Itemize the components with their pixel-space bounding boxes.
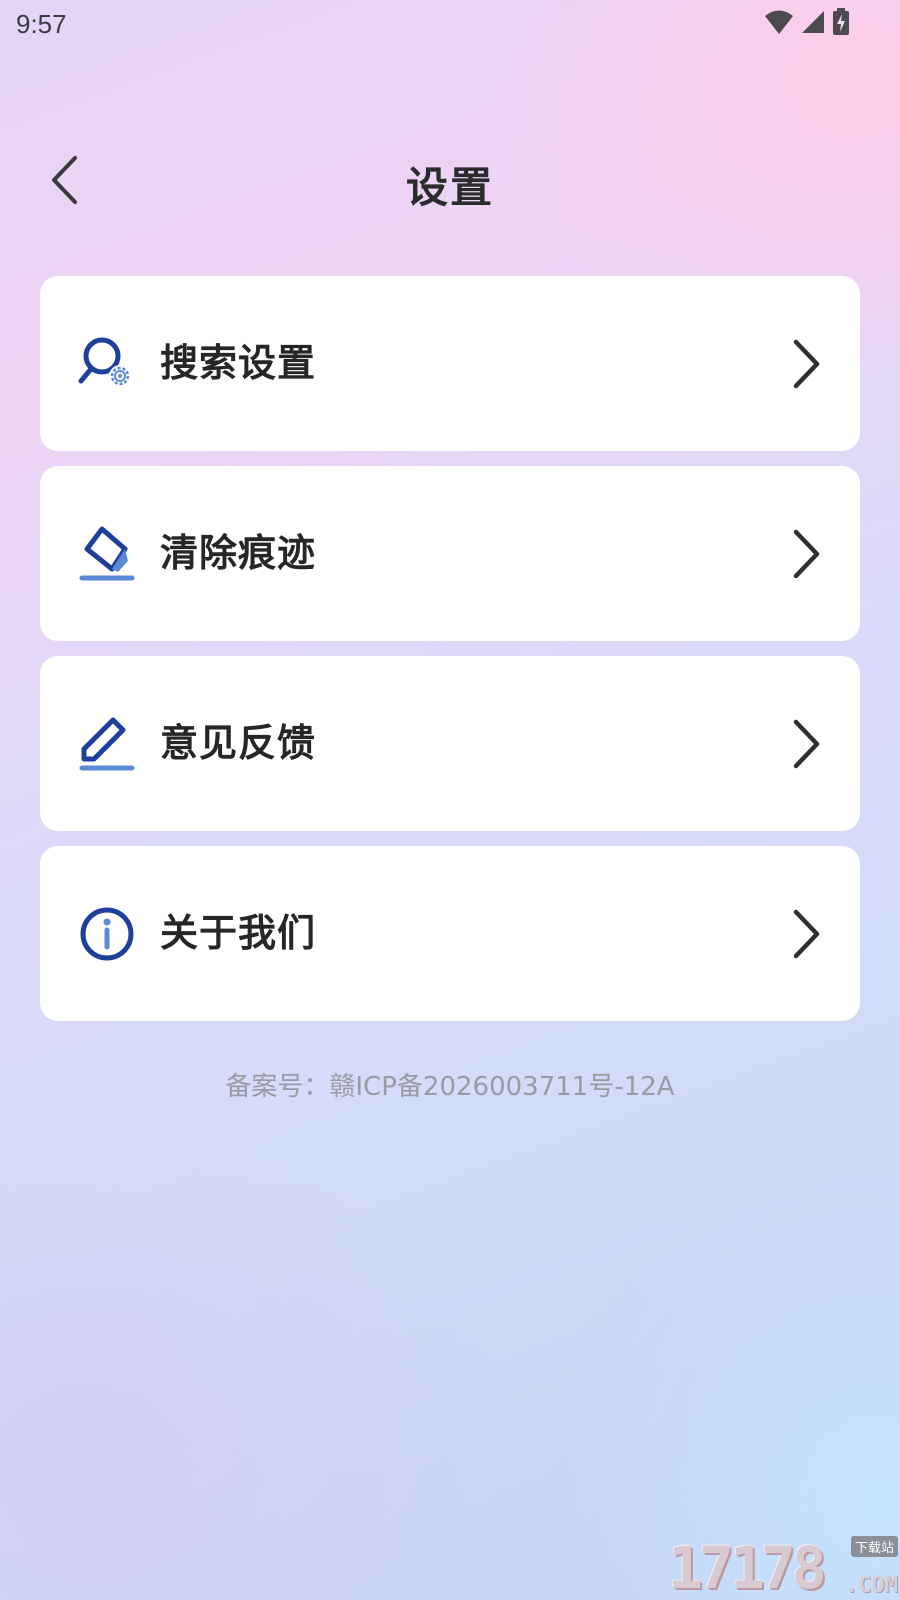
info-icon bbox=[80, 907, 134, 961]
watermark-digits: 17178 bbox=[668, 1534, 827, 1600]
settings-menu: 搜索设置 清除痕迹 意见反馈 关于我们 bbox=[40, 276, 860, 1036]
cellular-signal-icon bbox=[802, 11, 824, 33]
menu-item-clear-traces[interactable]: 清除痕迹 bbox=[40, 466, 860, 641]
menu-item-label: 意见反馈 bbox=[160, 721, 317, 765]
watermark-suffix: .COM bbox=[845, 1573, 898, 1598]
menu-item-label: 清除痕迹 bbox=[160, 531, 317, 575]
watermark-tag: 下载站 bbox=[850, 1536, 898, 1557]
chevron-right-icon bbox=[793, 529, 820, 579]
wifi-icon bbox=[765, 10, 793, 34]
nav-bar: 设置 bbox=[0, 140, 900, 230]
edit-pencil-icon bbox=[79, 717, 135, 771]
status-time: 9:57 bbox=[16, 9, 67, 39]
search-settings-icon bbox=[78, 337, 131, 387]
chevron-right-icon bbox=[793, 909, 820, 959]
status-icons bbox=[764, 8, 850, 36]
menu-item-label: 关于我们 bbox=[160, 911, 317, 955]
status-bar: 9:57 bbox=[0, 0, 900, 50]
menu-item-feedback[interactable]: 意见反馈 bbox=[40, 656, 860, 831]
chevron-right-icon bbox=[793, 719, 820, 769]
menu-item-label: 搜索设置 bbox=[160, 341, 317, 385]
menu-item-search-settings[interactable]: 搜索设置 bbox=[40, 276, 860, 451]
page-title: 设置 bbox=[405, 163, 494, 212]
chevron-right-icon bbox=[793, 339, 820, 389]
menu-item-about-us[interactable]: 关于我们 bbox=[40, 846, 860, 1021]
icp-record-text: 备案号：赣ICP备2026003711号-12A bbox=[225, 1072, 675, 1102]
battery-charging-icon bbox=[833, 8, 849, 35]
site-watermark: 17178 下载站 .COM bbox=[668, 1536, 900, 1600]
eraser-icon bbox=[79, 526, 135, 581]
